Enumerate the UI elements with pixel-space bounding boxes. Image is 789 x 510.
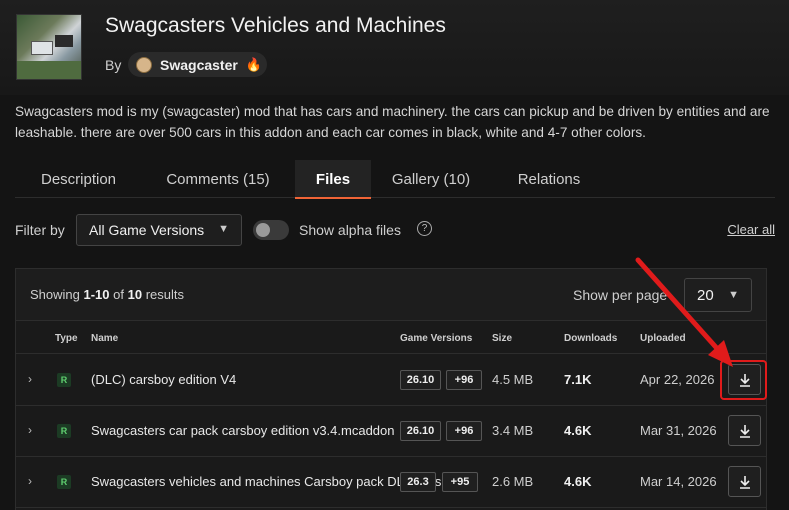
table-header: Type Name Game Versions Size Downloads U… bbox=[16, 321, 766, 354]
upload-date: Apr 22, 2026 bbox=[640, 372, 715, 387]
download-icon bbox=[739, 424, 750, 438]
clear-all-link[interactable]: Clear all bbox=[727, 222, 775, 237]
author-name: Swagcaster bbox=[160, 56, 238, 73]
game-version-tag: 26.10 bbox=[400, 370, 441, 390]
project-description: Swagcasters mod is my (swagcaster) mod t… bbox=[15, 104, 770, 140]
tab-relations[interactable]: Relations bbox=[491, 160, 607, 198]
file-name[interactable]: Swagcasters car pack carsboy edition v3.… bbox=[91, 423, 395, 438]
more-versions-tag[interactable]: +96 bbox=[446, 370, 482, 390]
filter-bar: Filter by All Game Versions ▼ Show alpha… bbox=[15, 214, 775, 246]
filter-label: Filter by bbox=[15, 222, 65, 238]
tab-files[interactable]: Files bbox=[295, 160, 371, 199]
download-button[interactable] bbox=[728, 415, 761, 446]
col-uploaded: Uploaded bbox=[640, 333, 686, 344]
col-name: Name bbox=[91, 333, 119, 344]
upload-date: Mar 14, 2026 bbox=[640, 474, 717, 489]
tab-gallery[interactable]: Gallery (10) bbox=[380, 160, 482, 198]
per-page-label: Show per page bbox=[573, 287, 668, 303]
game-version-tag: 26.10 bbox=[400, 421, 441, 441]
files-table: Showing 1-10 of 10 results Show per page… bbox=[15, 268, 767, 510]
by-label: By bbox=[105, 57, 122, 73]
chevron-right-icon[interactable]: › bbox=[28, 372, 32, 386]
help-icon[interactable]: ? bbox=[417, 221, 432, 236]
table-toolbar: Showing 1-10 of 10 results Show per page… bbox=[16, 269, 766, 321]
flame-icon: 🔥 bbox=[245, 56, 263, 72]
release-badge: R bbox=[57, 424, 71, 438]
release-badge: R bbox=[57, 475, 71, 489]
release-badge: R bbox=[57, 373, 71, 387]
chevron-right-icon[interactable]: › bbox=[28, 423, 32, 437]
col-size: Size bbox=[492, 333, 513, 344]
per-page-select[interactable]: 20 ▼ bbox=[684, 278, 752, 312]
table-row[interactable]: › R Swagcasters car pack carsboy edition… bbox=[16, 406, 766, 457]
table-row[interactable]: › R (DLC) carsboy edition V4 26.10 +96 4… bbox=[16, 355, 766, 406]
file-size: 4.5 MB bbox=[492, 372, 534, 387]
project-tabs: Description Comments (15) Files Gallery … bbox=[15, 160, 775, 199]
download-count: 4.6K bbox=[564, 474, 592, 489]
project-header: Swagcasters Vehicles and Machines By Swa… bbox=[0, 0, 789, 95]
per-page-value: 20 bbox=[697, 286, 714, 304]
more-versions-tag[interactable]: +96 bbox=[446, 421, 482, 441]
download-highlight-box bbox=[720, 360, 767, 400]
col-downloads: Downloads bbox=[564, 333, 618, 344]
download-button[interactable] bbox=[728, 466, 761, 497]
download-count: 7.1K bbox=[564, 372, 592, 387]
alpha-files-toggle[interactable] bbox=[253, 220, 289, 240]
file-size: 2.6 MB bbox=[492, 474, 534, 489]
upload-date: Mar 31, 2026 bbox=[640, 423, 717, 438]
download-icon bbox=[739, 475, 750, 489]
col-type: Type bbox=[55, 333, 78, 344]
tab-comments[interactable]: Comments (15) bbox=[150, 160, 286, 198]
table-row[interactable]: › R Swagcasters vehicles and machines Ca… bbox=[16, 457, 766, 508]
chevron-down-icon: ▼ bbox=[218, 223, 229, 235]
project-title: Swagcasters Vehicles and Machines bbox=[105, 14, 446, 37]
chevron-down-icon: ▼ bbox=[728, 289, 739, 301]
game-version-tag: 26.3 bbox=[400, 472, 436, 492]
game-version-value: All Game Versions bbox=[89, 222, 205, 238]
download-count: 4.6K bbox=[564, 423, 592, 438]
author-avatar bbox=[136, 56, 152, 73]
col-game-versions: Game Versions bbox=[400, 333, 473, 344]
more-versions-tag[interactable]: +95 bbox=[442, 472, 478, 492]
chevron-right-icon[interactable]: › bbox=[28, 474, 32, 488]
tab-description[interactable]: Description bbox=[15, 160, 142, 198]
file-name[interactable]: (DLC) carsboy edition V4 bbox=[91, 372, 236, 387]
author-link[interactable]: Swagcaster 🔥 bbox=[128, 52, 267, 77]
project-thumbnail bbox=[16, 14, 82, 80]
game-version-select[interactable]: All Game Versions ▼ bbox=[76, 214, 242, 246]
file-size: 3.4 MB bbox=[492, 423, 534, 438]
alpha-files-label: Show alpha files bbox=[299, 222, 401, 238]
results-count: Showing 1-10 of 10 results bbox=[30, 287, 185, 302]
